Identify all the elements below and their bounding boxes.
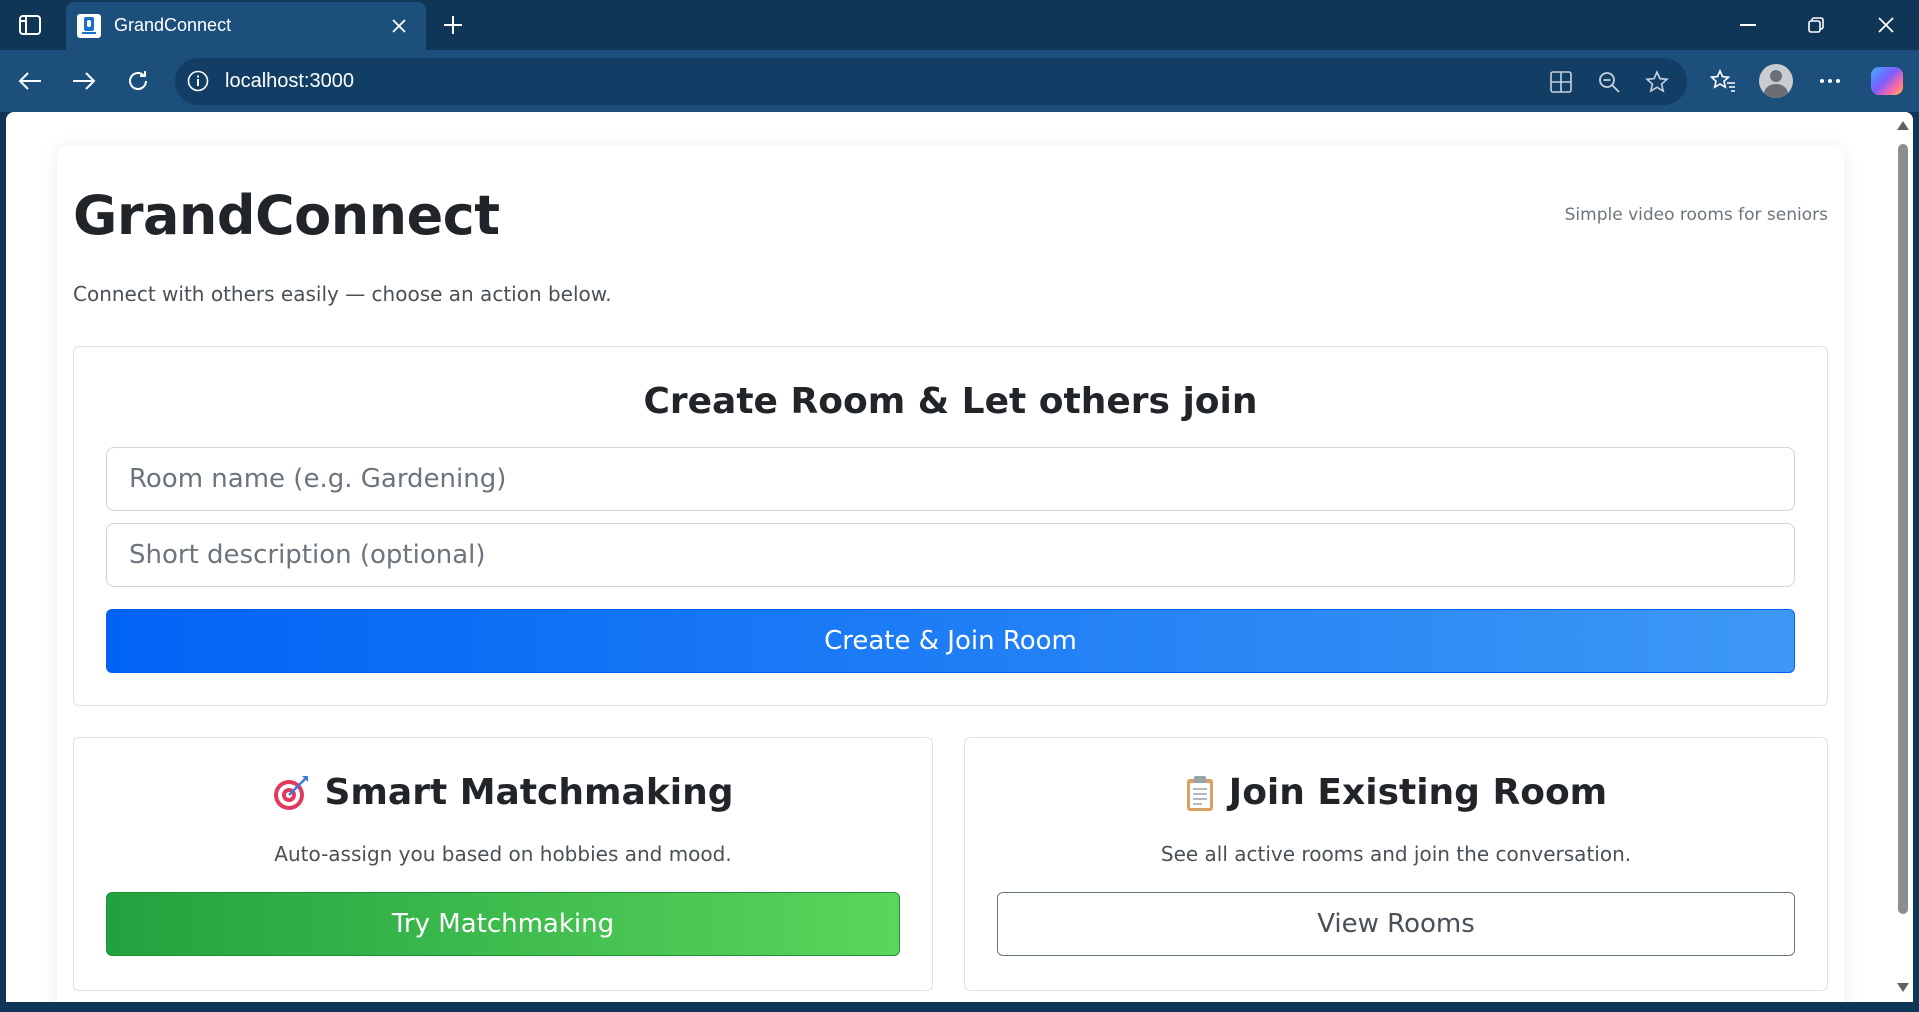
copilot-icon[interactable] (1868, 62, 1906, 100)
matchmaking-card: Smart Matchmaking Auto-assign you based … (73, 737, 933, 991)
new-tab-icon[interactable] (436, 8, 470, 42)
page-viewport: GrandConnect Simple video rooms for seni… (6, 112, 1913, 1002)
refresh-icon[interactable] (119, 62, 157, 100)
matchmaking-title: Smart Matchmaking (324, 772, 734, 813)
main-container: GrandConnect Simple video rooms for seni… (57, 146, 1844, 1002)
room-description-input[interactable] (106, 523, 1795, 587)
scroll-down-arrow-icon[interactable] (1897, 983, 1909, 992)
favorites-icon[interactable] (1704, 62, 1742, 100)
tab-title: GrandConnect (114, 15, 232, 35)
join-room-card: Join Existing Room See all active rooms … (964, 737, 1828, 991)
join-room-title: Join Existing Room (1228, 772, 1608, 813)
vertical-scrollbar[interactable] (1893, 112, 1913, 1002)
close-window-icon[interactable] (1857, 0, 1915, 50)
scrollbar-thumb[interactable] (1898, 144, 1908, 914)
back-icon[interactable] (11, 62, 49, 100)
zoom-out-icon[interactable] (1593, 66, 1625, 98)
matchmaking-title-row: Smart Matchmaking (74, 772, 932, 813)
app-available-icon[interactable] (1545, 66, 1577, 98)
target-icon (272, 774, 310, 812)
create-room-title: Create Room & Let others join (643, 381, 1258, 422)
matchmaking-subtitle: Auto-assign you based on hobbies and moo… (274, 842, 732, 866)
page-tagline: Simple video rooms for seniors (1564, 205, 1828, 225)
url-text: localhost:3000 (225, 70, 354, 92)
favicon-icon (77, 14, 101, 38)
more-options-icon[interactable] (1811, 62, 1849, 100)
join-room-title-row: Join Existing Room (965, 772, 1827, 813)
site-info-icon[interactable] (185, 68, 211, 94)
intro-text: Connect with others easily — choose an a… (73, 282, 612, 306)
close-tab-icon[interactable] (386, 13, 412, 39)
browser-tab-active[interactable]: GrandConnect (66, 2, 426, 52)
view-rooms-button[interactable]: View Rooms (997, 892, 1795, 956)
room-name-input[interactable] (106, 447, 1795, 511)
create-room-card: Create Room & Let others join Create & J… (73, 346, 1828, 706)
try-matchmaking-button[interactable]: Try Matchmaking (106, 892, 900, 956)
scroll-up-arrow-icon[interactable] (1897, 121, 1909, 130)
browser-tab-bar: GrandConnect (0, 0, 1919, 52)
avatar (1759, 64, 1793, 98)
profile-avatar[interactable] (1757, 62, 1795, 100)
browser-toolbar: localhost:3000 (0, 50, 1919, 112)
restore-icon[interactable] (1787, 0, 1845, 50)
forward-icon[interactable] (65, 62, 103, 100)
minimize-icon[interactable] (1719, 0, 1777, 50)
tab-actions-icon[interactable] (12, 8, 48, 42)
page-title: GrandConnect (73, 184, 500, 247)
create-join-room-button[interactable]: Create & Join Room (106, 609, 1795, 673)
favorite-star-icon[interactable] (1641, 66, 1673, 98)
address-bar[interactable]: localhost:3000 (175, 58, 1687, 105)
clipboard-icon (1185, 774, 1215, 812)
join-room-subtitle: See all active rooms and join the conver… (1160, 842, 1632, 866)
